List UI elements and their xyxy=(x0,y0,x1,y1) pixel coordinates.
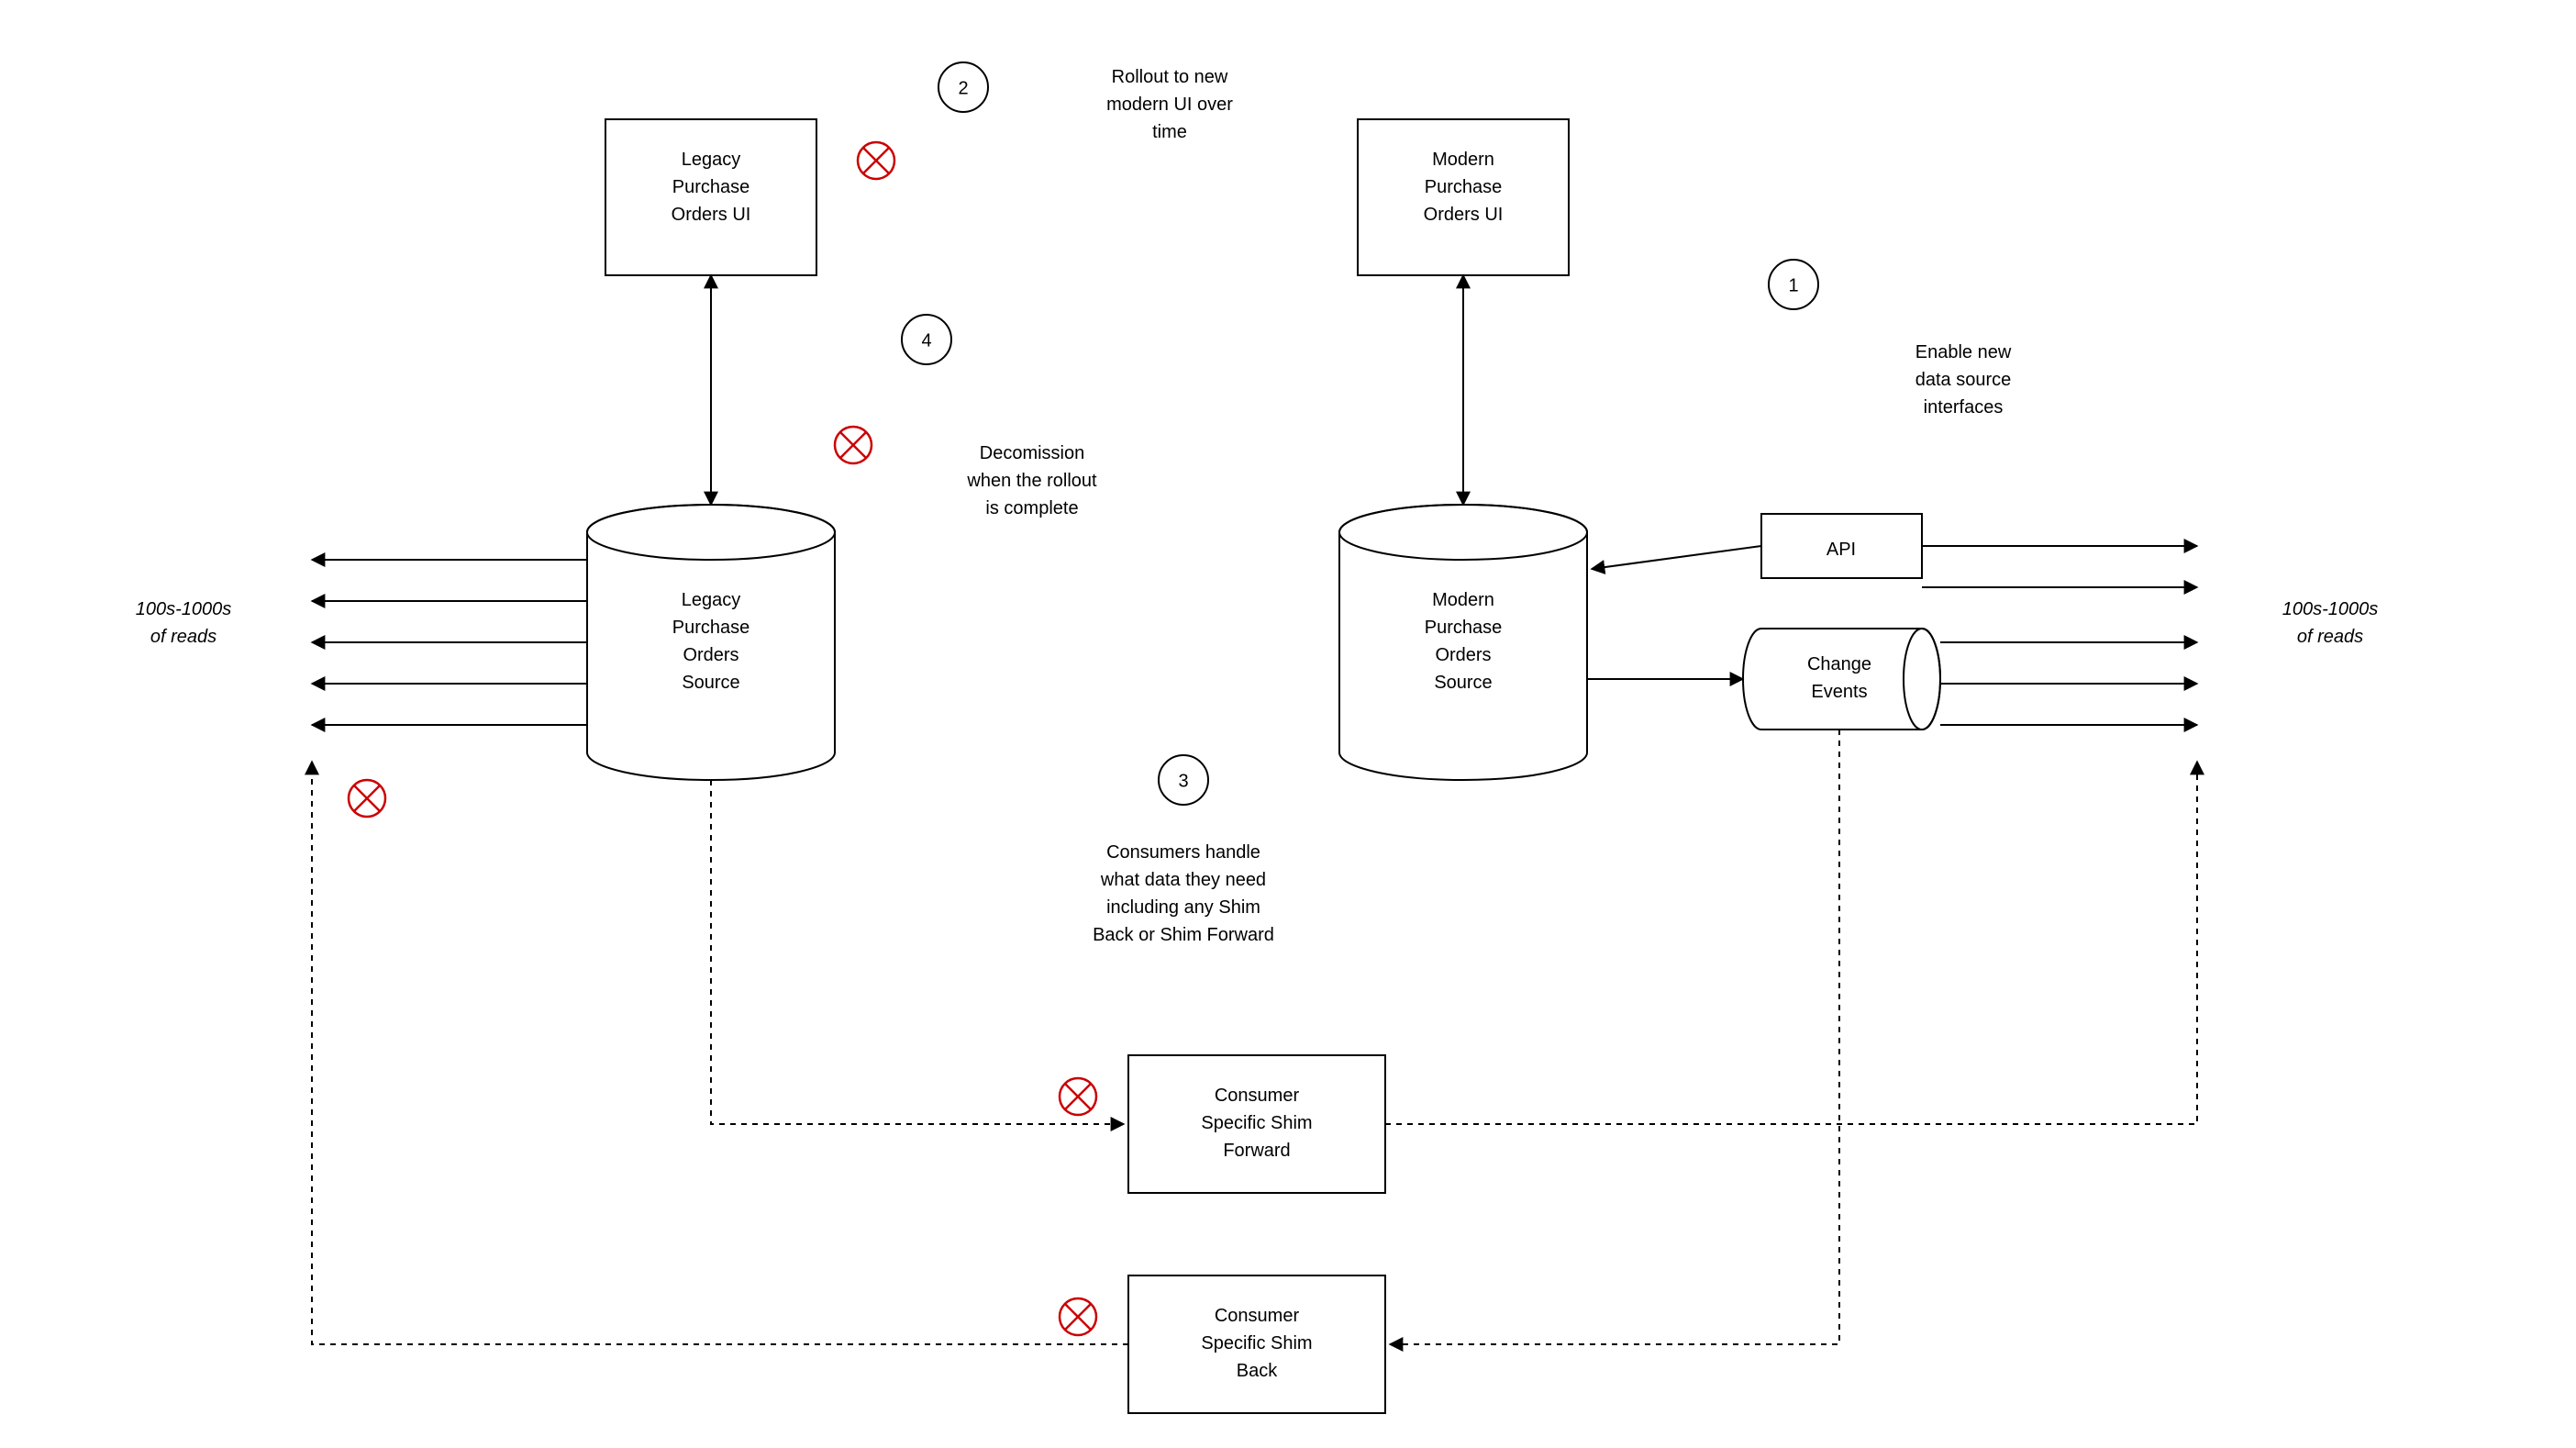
decom-icon-left-reads xyxy=(349,780,385,817)
decom-icon-legacy-ui xyxy=(858,142,894,179)
shim-forward-to-right xyxy=(1385,762,2197,1124)
api-source-connector xyxy=(1592,546,1761,569)
events-to-shim-back xyxy=(1390,730,1839,1344)
api-box: API xyxy=(1761,514,1922,578)
step-4-text: Decomissionwhen the rolloutis complete xyxy=(966,443,1097,518)
step-1-text: Enable newdata sourceinterfaces xyxy=(1915,342,2012,418)
step-3-text: Consumers handlewhat data they needinclu… xyxy=(1093,842,1274,945)
legacy-to-shim-forward xyxy=(711,780,1124,1124)
svg-text:4: 4 xyxy=(921,330,931,351)
legacy-ui-box: LegacyPurchaseOrders UI xyxy=(605,119,816,275)
step-4: 4 Decomissionwhen the rolloutis complete xyxy=(902,315,1097,518)
modern-source-cylinder: ModernPurchaseOrdersSource xyxy=(1339,505,1587,780)
left-reads-arrows xyxy=(312,560,587,725)
shim-back-to-left xyxy=(312,762,1128,1344)
step-3: 3 Consumers handlewhat data they needinc… xyxy=(1093,755,1274,945)
modern-ui-box: ModernPurchaseOrders UI xyxy=(1358,119,1569,275)
decom-icon-shim-forward xyxy=(1060,1078,1096,1115)
shim-forward-box: ConsumerSpecific ShimForward xyxy=(1128,1055,1385,1193)
right-reads-arrows xyxy=(1922,546,2197,725)
svg-text:3: 3 xyxy=(1178,771,1188,791)
left-reads-label: 100s-1000sof reads xyxy=(136,599,232,647)
svg-text:2: 2 xyxy=(958,78,968,98)
svg-text:1: 1 xyxy=(1788,275,1798,295)
api-label: API xyxy=(1827,540,1856,560)
step-2-text: Rollout to newmodern UI overtime xyxy=(1106,67,1233,142)
legacy-source-cylinder: LegacyPurchaseOrdersSource xyxy=(587,505,835,780)
step-2: 2 Rollout to newmodern UI overtime xyxy=(938,62,1233,142)
change-events-cylinder: ChangeEvents xyxy=(1743,629,1940,730)
architecture-diagram: LegacyPurchaseOrders UI ModernPurchaseOr… xyxy=(0,0,2576,1448)
shim-back-box: ConsumerSpecific ShimBack xyxy=(1128,1275,1385,1413)
step-1: 1 Enable newdata sourceinterfaces xyxy=(1769,260,2012,418)
decom-icon-shim-back xyxy=(1060,1298,1096,1335)
modern-ui-label: ModernPurchaseOrders UI xyxy=(1424,150,1504,225)
legacy-ui-label: LegacyPurchaseOrders UI xyxy=(672,150,751,225)
right-reads-label: 100s-1000sof reads xyxy=(2282,599,2379,647)
decom-icon-legacy-source xyxy=(835,427,872,463)
